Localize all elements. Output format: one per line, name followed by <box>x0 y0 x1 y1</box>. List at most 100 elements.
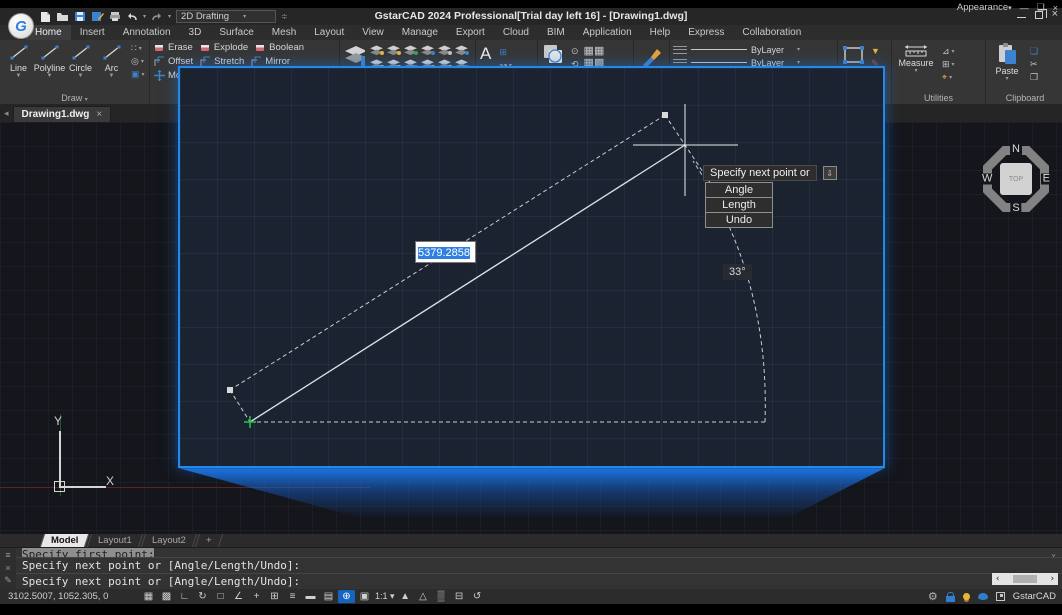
object-tracking-icon[interactable]: ⊞ <box>266 590 283 603</box>
ribbon-tab[interactable]: Express <box>679 25 733 40</box>
annotation-visibility-icon[interactable]: ▲ <box>397 590 414 603</box>
redo-dropdown-icon[interactable]: ▾ <box>168 13 171 20</box>
clipboard-panel-label[interactable]: Clipboard <box>986 93 1062 103</box>
dynamic-menu-option[interactable]: Undo <box>705 212 773 228</box>
cut-icon[interactable]: ✂ <box>1030 59 1038 70</box>
snap-mode-icon[interactable]: ▩ <box>158 590 175 603</box>
dynamic-input-icon[interactable]: ⇩ <box>823 166 837 180</box>
modify-tool-button[interactable]: Explode <box>200 42 248 53</box>
table-tool-icon[interactable]: ⊞ <box>499 47 512 58</box>
dynamic-menu-option[interactable]: Angle <box>705 182 773 198</box>
ribbon-tab[interactable]: Help <box>641 25 680 40</box>
ortho-mode-icon[interactable]: ∟ <box>176 590 193 603</box>
insert-block-icon[interactable] <box>542 43 566 67</box>
command-scrollbar[interactable]: ‹ › <box>992 573 1058 585</box>
modify-tool-button[interactable]: Mirror <box>251 56 290 67</box>
settings-gear-icon[interactable]: ⚙ <box>928 590 938 603</box>
grid-display-icon[interactable]: ▦ <box>140 590 157 603</box>
ribbon-tab[interactable]: Layout <box>305 25 353 40</box>
redo-icon[interactable] <box>151 12 163 22</box>
match-properties-icon[interactable] <box>640 44 664 68</box>
modify-tool-button[interactable]: Erase <box>154 42 193 53</box>
command-input-row[interactable]: Specify next point or [Angle/Length/Undo… <box>16 573 1062 589</box>
sync-settings-icon[interactable]: ↺ <box>469 590 486 603</box>
snap-cross-icon[interactable]: + <box>248 590 265 603</box>
copy-base-icon[interactable]: ❐ <box>1030 72 1038 83</box>
modify-tool-button[interactable]: Boolean <box>255 42 304 53</box>
region-tool-icon[interactable]: ▣▾ <box>131 69 145 80</box>
fullscreen-icon[interactable] <box>996 592 1005 601</box>
select-filter-icon[interactable]: ▼ <box>871 46 880 56</box>
ribbon-tab[interactable]: 3D <box>180 25 211 40</box>
ribbon-tab[interactable]: Insert <box>71 25 114 40</box>
layer-tool-icon[interactable] <box>454 43 469 55</box>
app-logo-icon[interactable]: G <box>8 13 34 39</box>
bylayer-select[interactable]: ByLayer ▾ <box>670 43 837 56</box>
layout-tab[interactable]: + <box>195 534 223 547</box>
tool-dropdown-icon[interactable]: ▼ <box>16 73 22 79</box>
layout-tab[interactable]: Layout2 <box>141 534 197 547</box>
save-icon[interactable] <box>74 11 86 22</box>
appearance-menu[interactable]: Appearance▾ <box>957 2 1012 13</box>
restore-button[interactable] <box>1035 11 1043 19</box>
paste-button[interactable]: Paste ▾ <box>990 43 1024 83</box>
floating-drawing-window[interactable]: Specify next point or ⇩ AngleLengthUndo … <box>178 66 885 468</box>
command-history-icon[interactable]: ≡ <box>5 550 10 560</box>
ribbon-tab[interactable]: View <box>353 25 393 40</box>
draw-tool-button[interactable]: Line ▼ <box>3 42 34 80</box>
modify-tool-button[interactable]: Stretch <box>200 56 244 67</box>
draw-tool-button[interactable]: Polyline ▼ <box>34 42 65 80</box>
tool-dropdown-icon[interactable]: ▼ <box>109 73 115 79</box>
hardware-accel-icon[interactable] <box>963 593 970 600</box>
measure-button[interactable]: Measure ▾ <box>896 43 936 83</box>
print-icon[interactable] <box>109 11 121 22</box>
polar-tracking-icon[interactable]: ↻ <box>194 590 211 603</box>
quick-dim-icon[interactable]: ⊿▾ <box>942 46 955 57</box>
workspace-select[interactable]: 2D Drafting ▾ <box>176 10 276 23</box>
scroll-thumb[interactable] <box>1013 575 1037 583</box>
command-expand-icon[interactable]: ⌄ <box>1051 549 1056 558</box>
transparency-icon[interactable]: ▤ <box>320 590 337 603</box>
lineweight-icon[interactable]: ▬ <box>302 590 319 603</box>
scroll-left-icon[interactable]: ‹ <box>995 574 1000 584</box>
layer-tool-icon[interactable] <box>420 43 435 55</box>
ribbon-tab[interactable]: Application <box>574 25 641 40</box>
copy-icon[interactable]: ❏ <box>1030 46 1038 57</box>
donut-tool-icon[interactable]: ◎▾ <box>131 56 145 67</box>
new-file-icon[interactable] <box>40 11 51 23</box>
angle-snap-icon[interactable]: ∠ <box>230 590 247 603</box>
layout-tab[interactable]: Model <box>40 534 90 547</box>
tool-dropdown-icon[interactable]: ▼ <box>47 73 53 79</box>
dynamic-input-icon[interactable]: ≡ <box>284 590 301 603</box>
undo-dropdown-icon[interactable]: ▾ <box>143 13 146 20</box>
utilities-panel-label[interactable]: Utilities <box>892 93 985 103</box>
ribbon-tab[interactable]: Manage <box>393 25 447 40</box>
ribbon-tab[interactable]: Surface <box>210 25 262 40</box>
ribbon-tab[interactable]: Mesh <box>263 25 305 40</box>
viewcube-north[interactable]: N <box>1010 144 1022 155</box>
switch-window-icon[interactable]: ▣ <box>356 590 373 603</box>
ribbon-tab[interactable]: BIM <box>538 25 574 40</box>
layer-tool-icon[interactable] <box>403 43 418 55</box>
ribbon-tab[interactable]: Export <box>447 25 494 40</box>
document-tab[interactable]: Drawing1.dwg × <box>13 106 112 122</box>
modify-tool-button[interactable]: Offset <box>154 56 193 67</box>
auto-annotate-icon[interactable]: △ <box>415 590 432 603</box>
command-rows[interactable]: Specify first point: Specify next point … <box>16 548 1062 589</box>
ribbon-tab[interactable]: Annotation <box>114 25 180 40</box>
quick-zoom-icon[interactable]: ⊕ <box>338 590 355 603</box>
object-snap-icon[interactable]: □ <box>212 590 229 603</box>
ui-lock-icon[interactable] <box>946 596 955 602</box>
viewcube-top-face[interactable]: TOP <box>1000 163 1032 195</box>
minimize-button[interactable] <box>1017 17 1026 18</box>
ribbon-tab[interactable]: Cloud <box>494 25 538 40</box>
tab-scroll-left-icon[interactable]: ◂ <box>4 108 9 119</box>
tab-close-icon[interactable]: × <box>96 109 102 120</box>
qat-customize-icon[interactable]: ≑ <box>281 12 288 21</box>
draw-tool-button[interactable]: Arc ▼ <box>96 42 127 80</box>
command-cancel-icon[interactable]: × <box>5 563 10 573</box>
annotation-scale-control[interactable]: 1:1 ▾ <box>374 590 396 603</box>
clean-screen-icon[interactable] <box>978 593 988 600</box>
open-file-icon[interactable] <box>56 11 69 22</box>
viewcube-east[interactable]: E <box>1041 174 1052 185</box>
